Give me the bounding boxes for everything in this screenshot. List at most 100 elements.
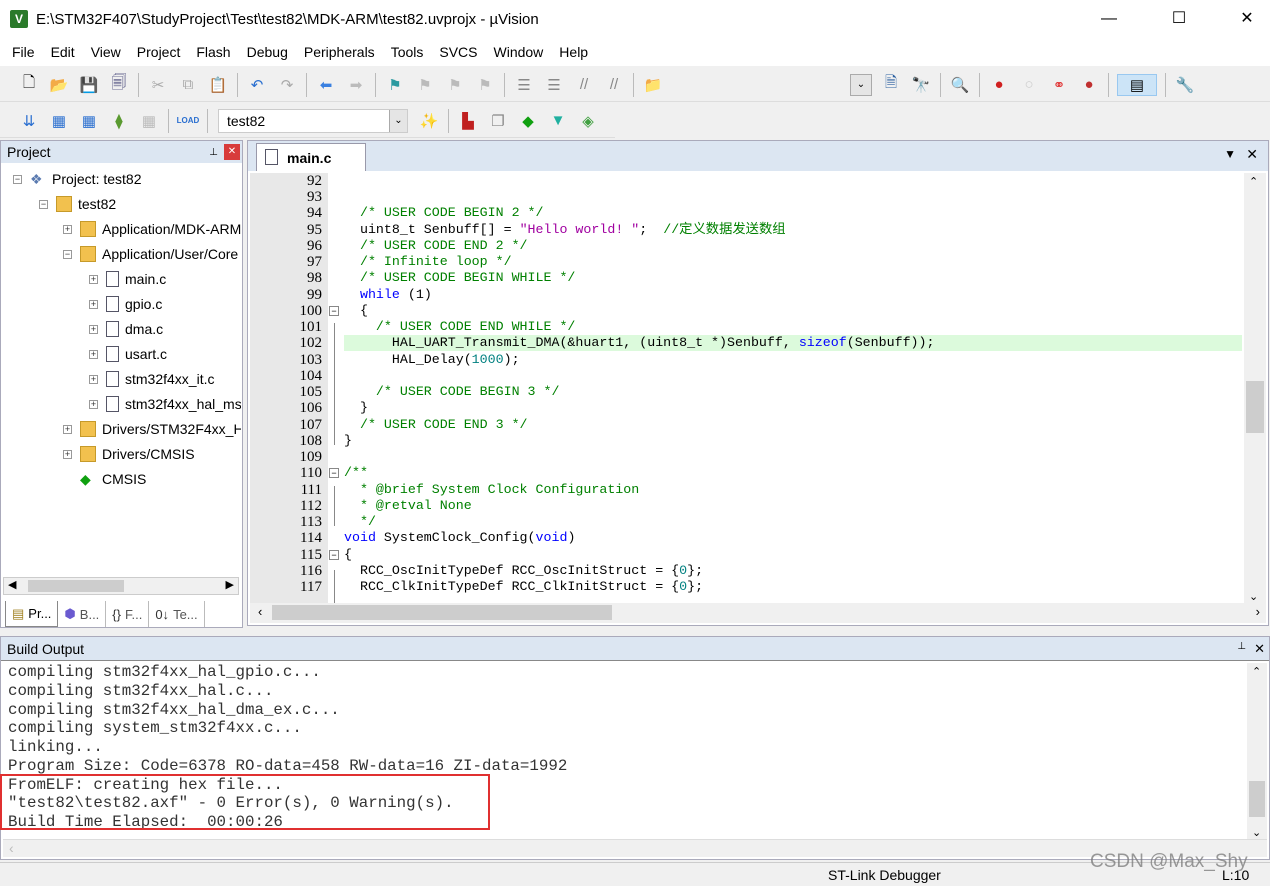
maximize-button[interactable]: ☐	[1156, 0, 1202, 38]
tree-item[interactable]: − ❖ Project: test82	[13, 168, 142, 190]
tab-list-dropdown-icon[interactable]: ▼	[1224, 147, 1236, 161]
save-icon[interactable]: 💾	[78, 74, 100, 96]
fold-toggle-icon[interactable]: −	[329, 305, 339, 316]
project-horizontal-scrollbar[interactable]: ◀ ▶	[3, 577, 239, 595]
panel-tab[interactable]: 0↓ Te...	[149, 601, 205, 627]
expand-toggle-icon[interactable]: +	[63, 224, 72, 234]
insert-breakpoint-icon[interactable]: ●	[988, 74, 1010, 96]
translate-icon[interactable]: ⇊	[18, 110, 40, 132]
build-output-horizontal-scrollbar[interactable]: ‹	[3, 839, 1267, 857]
expand-toggle-icon[interactable]: −	[63, 249, 72, 259]
cut-icon[interactable]: ✂	[147, 74, 169, 96]
expand-toggle-icon[interactable]: −	[13, 174, 22, 184]
debug-start-icon[interactable]: 🔍	[949, 74, 971, 96]
chevron-down-icon[interactable]: ⌄	[389, 109, 407, 132]
fold-toggle-icon[interactable]: −	[329, 468, 339, 479]
select-packs-icon[interactable]: ▼	[547, 110, 569, 132]
expand-toggle-icon[interactable]: +	[89, 274, 98, 284]
find-dropdown-button[interactable]: ⌄	[850, 73, 872, 96]
bookmark-icon[interactable]: ⚑	[384, 74, 406, 96]
minimize-button[interactable]: —	[1086, 0, 1132, 38]
menu-window[interactable]: Window	[486, 44, 552, 60]
menu-svcs[interactable]: SVCS	[431, 44, 485, 60]
batch-build-icon[interactable]: ⧫	[108, 110, 130, 132]
close-panel-button[interactable]: ✕	[224, 144, 240, 160]
comment-icon[interactable]: //	[573, 74, 595, 96]
tree-item[interactable]: + Drivers/CMSIS	[63, 443, 195, 465]
stop-build-icon[interactable]: ▦	[138, 110, 160, 132]
manage-project-items-icon[interactable]: ❐	[487, 110, 509, 132]
tree-item[interactable]: + dma.c	[89, 318, 163, 340]
tree-item[interactable]: + Drivers/STM32F4xx_HAL_Driver	[63, 418, 241, 440]
menu-edit[interactable]: Edit	[43, 44, 83, 60]
build-icon[interactable]: ▦	[48, 110, 70, 132]
menu-peripherals[interactable]: Peripherals	[296, 44, 383, 60]
menu-project[interactable]: Project	[129, 44, 189, 60]
panel-tab[interactable]: {} F...	[106, 601, 150, 627]
expand-toggle-icon[interactable]: +	[89, 299, 98, 309]
paste-icon[interactable]: 📋	[207, 74, 229, 96]
copy-icon[interactable]: ⧉	[177, 74, 199, 96]
unindent-icon[interactable]: ☰	[543, 74, 565, 96]
fold-toggle-icon[interactable]: −	[329, 549, 339, 560]
find-in-files-icon[interactable]: 📁	[642, 74, 664, 96]
expand-toggle-icon[interactable]: +	[63, 424, 72, 434]
editor-horizontal-scrollbar[interactable]: ‹ ›	[250, 603, 1266, 623]
undo-icon[interactable]: ↶	[246, 74, 268, 96]
expand-toggle-icon[interactable]: +	[89, 324, 98, 334]
expand-toggle-icon[interactable]: +	[89, 349, 98, 359]
pin-icon[interactable]: ⊥	[209, 147, 218, 158]
tree-item[interactable]: ◆ CMSIS	[63, 468, 146, 490]
manage-components-icon[interactable]: ▙	[457, 110, 479, 132]
window-layout-button[interactable]: ▤	[1117, 73, 1157, 96]
rebuild-icon[interactable]: ▦	[78, 110, 100, 132]
menu-help[interactable]: Help	[551, 44, 596, 60]
download-icon[interactable]: LOAD	[177, 110, 200, 132]
close-panel-button[interactable]: ✕	[1254, 641, 1265, 657]
run-time-environment-icon[interactable]: ◆	[517, 110, 539, 132]
next-bookmark-icon[interactable]: ⚑	[444, 74, 466, 96]
save-all-icon[interactable]: 🗐	[108, 74, 130, 96]
tree-item[interactable]: − test82	[39, 193, 116, 215]
navigate-back-icon[interactable]: ⬅	[315, 74, 337, 96]
navigate-forward-icon[interactable]: ➡	[345, 74, 367, 96]
target-select[interactable]: test82 ⌄	[218, 108, 408, 133]
menu-debug[interactable]: Debug	[239, 44, 296, 60]
panel-tab[interactable]: ▤ Pr...	[5, 601, 59, 627]
menu-file[interactable]: File	[4, 44, 43, 60]
tree-item[interactable]: + gpio.c	[89, 293, 162, 315]
tree-item[interactable]: + main.c	[89, 268, 166, 290]
expand-toggle-icon[interactable]: +	[63, 449, 72, 459]
kill-all-breakpoints-icon[interactable]: ●	[1078, 74, 1100, 96]
pack-installer-icon[interactable]: ◈	[577, 110, 599, 132]
clear-bookmarks-icon[interactable]: ⚑	[474, 74, 496, 96]
expand-toggle-icon[interactable]: −	[39, 199, 48, 209]
close-button[interactable]: ✕	[1224, 0, 1270, 38]
expand-toggle-icon[interactable]: +	[89, 399, 98, 409]
build-output-vertical-scrollbar[interactable]: ⌃ ⌄	[1247, 663, 1267, 839]
incremental-find-icon[interactable]: 🗎	[880, 74, 902, 96]
tree-item[interactable]: + Application/MDK-ARM	[63, 218, 241, 240]
tab-main-c[interactable]: main.c	[256, 143, 366, 171]
tree-item[interactable]: + stm32f4xx_it.c	[89, 368, 214, 390]
tree-item[interactable]: − Application/User/Core	[63, 243, 238, 265]
menu-view[interactable]: View	[83, 44, 129, 60]
tree-item[interactable]: + stm32f4xx_hal_msp.c	[89, 393, 241, 415]
expand-toggle-icon[interactable]: +	[89, 374, 98, 384]
configure-icon[interactable]: 🔧	[1174, 74, 1196, 96]
enable-breakpoint-icon[interactable]: ○	[1018, 74, 1040, 96]
code-area[interactable]: /* USER CODE BEGIN 2 */ uint8_t Senbuff[…	[248, 173, 1242, 603]
redo-icon[interactable]: ↷	[276, 74, 298, 96]
editor-vertical-scrollbar[interactable]: ⌃ ⌄	[1244, 173, 1266, 603]
new-file-icon[interactable]: 🗋	[18, 74, 40, 96]
pin-icon[interactable]: ⊥	[1237, 641, 1246, 657]
indent-icon[interactable]: ☰	[513, 74, 535, 96]
find-icon[interactable]: 🔭	[910, 74, 932, 96]
prev-bookmark-icon[interactable]: ⚑	[414, 74, 436, 96]
panel-tab[interactable]: ⬢ B...	[58, 601, 107, 627]
options-for-target-icon[interactable]: ✨	[418, 110, 440, 132]
disable-all-breakpoints-icon[interactable]: ⚭	[1048, 74, 1070, 96]
close-tab-icon[interactable]: ✕	[1246, 146, 1258, 163]
menu-tools[interactable]: Tools	[383, 44, 432, 60]
tree-item[interactable]: + usart.c	[89, 343, 167, 365]
